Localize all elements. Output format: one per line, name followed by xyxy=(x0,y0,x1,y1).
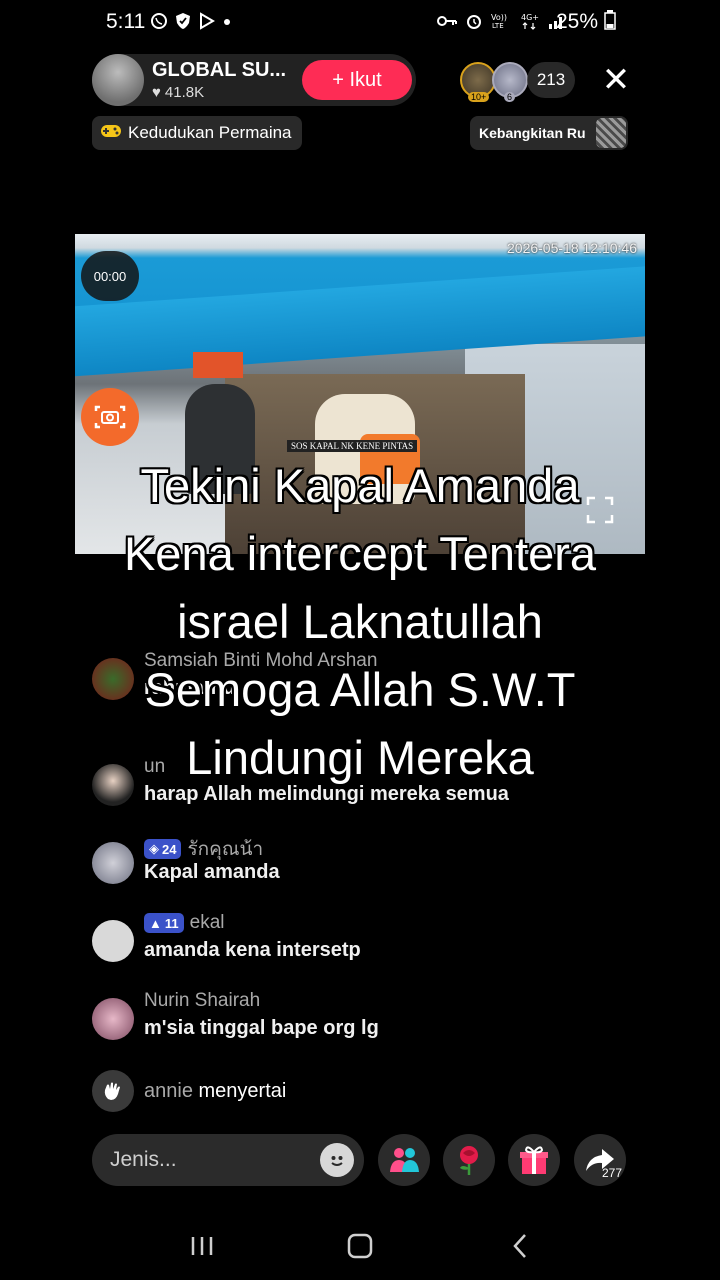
level-badge: ◈ 24 xyxy=(144,839,182,859)
comment-avatar[interactable] xyxy=(92,842,134,884)
4g-icon: 4G+ xyxy=(519,12,541,33)
back-button[interactable] xyxy=(500,1226,540,1266)
wave-hand-icon xyxy=(92,1070,134,1112)
overlay-caption: Tekini Kapal Amanda Kena intercept Tente… xyxy=(60,452,660,792)
ranking-chip[interactable]: Kebangkitan Ru xyxy=(470,116,628,150)
comment-item[interactable]: Nurin Shairah m'sia tinggal bape org lg xyxy=(92,990,652,1050)
viewer-rank-badge: 6 xyxy=(504,92,516,102)
overlay-line: Kena intercept Tentera xyxy=(123,527,597,580)
video-timestamp: 2026-05-18 12:10:46 xyxy=(507,240,637,256)
comment-avatar[interactable] xyxy=(92,920,134,962)
recent-apps-button[interactable] xyxy=(182,1226,222,1266)
host-likes: ♥ 41.8K xyxy=(152,84,204,101)
join-message: annie menyertai xyxy=(144,1080,286,1103)
level-badge: ▲ 11 xyxy=(144,913,184,933)
battery-percent: 25% xyxy=(556,10,599,33)
join-username[interactable]: annie xyxy=(144,1080,193,1102)
comment-username[interactable]: Nurin Shairah xyxy=(144,990,260,1012)
level-number: 24 xyxy=(162,841,177,857)
alarm-icon xyxy=(465,12,483,33)
rose-icon xyxy=(460,1146,478,1175)
video-vest xyxy=(193,352,243,378)
level-number: 11 xyxy=(164,915,179,931)
overlay-line: Lindungi Mereka xyxy=(186,731,534,784)
multi-guest-button[interactable] xyxy=(378,1134,430,1186)
overlay-line: Tekini Kapal Amanda xyxy=(140,459,580,512)
ranking-label: Kebangkitan Ru xyxy=(479,125,586,141)
battery-level: 25% xyxy=(556,10,616,34)
share-count: 277 xyxy=(601,1166,622,1180)
status-time: 5:11 xyxy=(106,10,146,33)
join-action: menyertai xyxy=(198,1079,287,1102)
comment-username-row[interactable]: ◈ 24 รักคุณน้า xyxy=(144,834,263,864)
heart-icon: ♥ xyxy=(152,84,161,101)
join-notification: annie menyertai xyxy=(92,1070,286,1112)
home-icon xyxy=(347,1233,373,1259)
rose-gift-button[interactable] xyxy=(443,1134,495,1186)
status-right-icons: Vo)) LTE 4G+ xyxy=(436,12,566,33)
battery-icon xyxy=(604,10,616,30)
comment-input-wrapper[interactable] xyxy=(92,1134,364,1186)
screenshot-button[interactable] xyxy=(81,388,139,446)
viewer-count[interactable]: 213 xyxy=(527,62,575,98)
volte-icon: Vo)) LTE xyxy=(490,12,512,33)
host-avatar[interactable] xyxy=(92,54,144,106)
video-banner: SOS KAPAL NK KENE PINTAS xyxy=(287,440,418,452)
gamepad-icon xyxy=(100,123,122,144)
overlay-line: israel Laknatullah xyxy=(177,595,543,648)
gift-icon xyxy=(520,1146,548,1174)
whatsapp-icon xyxy=(150,12,168,35)
back-icon xyxy=(513,1234,526,1258)
comment-input[interactable] xyxy=(110,1144,310,1176)
likes-count: 41.8K xyxy=(164,84,205,101)
people-icon xyxy=(390,1148,419,1172)
key-icon xyxy=(436,13,458,32)
comment-item[interactable]: ◈ 24 รักคุณน้า Kapal amanda xyxy=(92,834,652,894)
comment-text: Kapal amanda xyxy=(144,861,280,883)
triangle-icon: ▲ xyxy=(149,915,162,931)
svg-text:LTE: LTE xyxy=(492,22,504,30)
system-nav-bar xyxy=(0,1210,720,1280)
status-bar: 5:11 Vo)) LTE 4G+ 25% xyxy=(0,0,720,44)
notification-dot-icon xyxy=(222,12,232,35)
play-store-icon xyxy=(198,12,216,35)
game-ranking-label: Kedudukan Permaina xyxy=(128,123,292,142)
svg-text:Vo)): Vo)) xyxy=(491,13,507,22)
svg-text:4G+: 4G+ xyxy=(521,13,539,22)
comment-text: m'sia tinggal bape org lg xyxy=(144,1017,379,1039)
share-button[interactable]: 277 xyxy=(574,1134,626,1186)
viewer-rank-badge: 10+ xyxy=(468,92,490,102)
recent-apps-icon xyxy=(191,1237,213,1255)
diamond-icon: ◈ xyxy=(149,841,159,856)
host-info[interactable]: GLOBAL SU... ♥ 41.8K + Ikut xyxy=(92,54,416,106)
comment-username[interactable]: ekal xyxy=(190,912,225,934)
status-left-icons xyxy=(150,12,232,35)
comment-text: amanda kena intersetp xyxy=(144,939,361,961)
emoji-icon xyxy=(331,1156,343,1166)
comment-username-row[interactable]: ▲ 11 ekal xyxy=(144,912,224,934)
ranking-thumbnail xyxy=(596,118,626,148)
game-ranking-chip[interactable]: Kedudukan Permaina xyxy=(92,116,302,150)
comment-username[interactable]: รักคุณน้า xyxy=(187,834,263,864)
gift-button[interactable] xyxy=(508,1134,560,1186)
shield-icon xyxy=(174,12,192,35)
camera-icon xyxy=(94,405,126,429)
emoji-button[interactable] xyxy=(320,1143,354,1177)
comment-item[interactable]: ▲ 11 ekal amanda kena intersetp xyxy=(92,912,652,972)
top-viewers[interactable]: 10+ 6 xyxy=(460,62,532,102)
overlay-line: Semoga Allah S.W.T xyxy=(144,663,576,716)
close-button[interactable]: ✕ xyxy=(596,60,636,100)
comment-avatar[interactable] xyxy=(92,998,134,1040)
video-timer: 00:00 xyxy=(81,251,139,301)
follow-button[interactable]: + Ikut xyxy=(302,60,412,100)
home-button[interactable] xyxy=(340,1226,380,1266)
host-name: GLOBAL SU... xyxy=(152,59,287,81)
